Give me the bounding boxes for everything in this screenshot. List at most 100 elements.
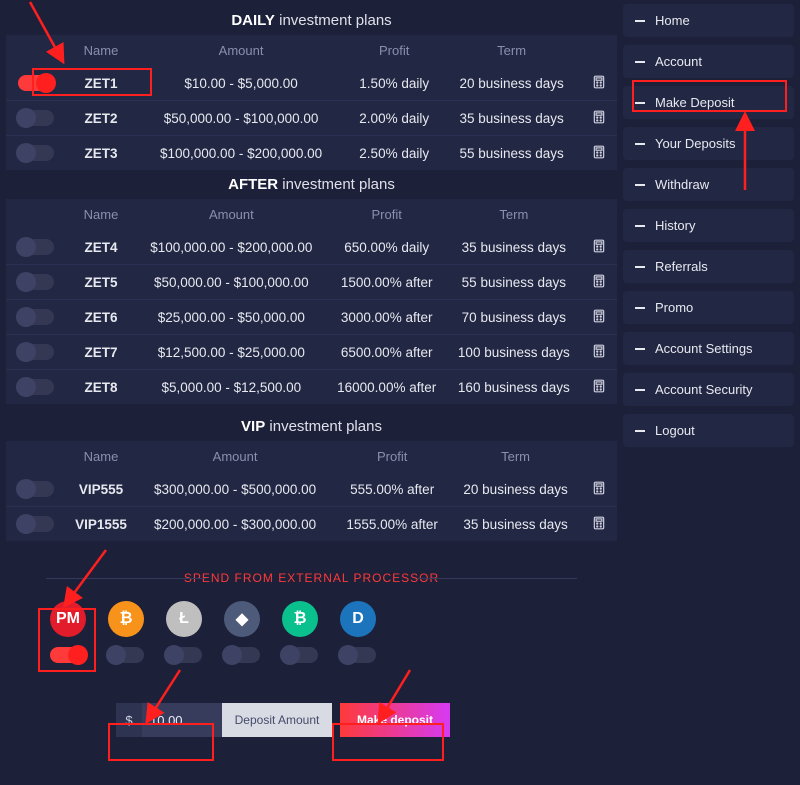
dash-icon <box>635 430 645 432</box>
sidebar-item-your-deposits[interactable]: Your Deposits <box>623 127 794 160</box>
plan-toggle[interactable] <box>18 110 54 126</box>
dash-icon <box>635 184 645 186</box>
calculator-icon[interactable] <box>591 480 607 496</box>
table-row: ZET8$5,000.00 - $12,500.0016000.00% afte… <box>6 370 617 405</box>
sidebar-item-label: Account Settings <box>655 341 753 356</box>
table-row: ZET7$12,500.00 - $25,000.006500.00% afte… <box>6 335 617 370</box>
plan-toggle[interactable] <box>18 481 54 497</box>
plan-name: ZET8 <box>66 370 136 405</box>
plan-profit: 1555.00% after <box>334 507 450 542</box>
plan-toggle[interactable] <box>18 516 54 532</box>
plan-name: ZET6 <box>66 300 136 335</box>
sidebar-item-account-settings[interactable]: Account Settings <box>623 332 794 365</box>
btc-icon: ₿ <box>108 601 144 637</box>
processor-toggle[interactable] <box>108 647 144 663</box>
calculator-icon[interactable] <box>591 238 607 254</box>
plan-amount: $300,000.00 - $500,000.00 <box>136 472 334 507</box>
plans-table-after: Name Amount Profit Term ZET4$100,000.00 … <box>6 199 617 404</box>
calculator-icon[interactable] <box>591 144 607 160</box>
sidebar-item-home[interactable]: Home <box>623 4 794 37</box>
plan-profit: 1.50% daily <box>346 66 442 101</box>
processor-toggle[interactable] <box>50 647 86 663</box>
sidebar-item-history[interactable]: History <box>623 209 794 242</box>
sidebar-item-label: Account <box>655 54 702 69</box>
plan-profit: 6500.00% after <box>327 335 447 370</box>
plan-name: ZET3 <box>66 136 136 171</box>
plan-term: 35 business days <box>450 507 581 542</box>
table-row: ZET1$10.00 - $5,000.001.50% daily20 busi… <box>6 66 617 101</box>
processor-ltc: Ł <box>166 601 202 663</box>
table-row: ZET3$100,000.00 - $200,000.002.50% daily… <box>6 136 617 171</box>
dash-icon <box>635 102 645 104</box>
sidebar-item-referrals[interactable]: Referrals <box>623 250 794 283</box>
plan-toggle[interactable] <box>18 274 54 290</box>
calculator-icon[interactable] <box>591 74 607 90</box>
dash-icon <box>635 143 645 145</box>
plan-term: 70 business days <box>447 300 581 335</box>
plan-profit: 2.00% daily <box>346 101 442 136</box>
calculator-icon[interactable] <box>591 109 607 125</box>
plan-amount: $25,000.00 - $50,000.00 <box>136 300 327 335</box>
plan-profit: 3000.00% after <box>327 300 447 335</box>
plan-toggle[interactable] <box>18 239 54 255</box>
processor-toggle[interactable] <box>340 647 376 663</box>
calculator-icon[interactable] <box>591 273 607 289</box>
sidebar-item-make-deposit[interactable]: Make Deposit <box>623 86 794 119</box>
plan-amount: $5,000.00 - $12,500.00 <box>136 370 327 405</box>
plans-table-daily: Name Amount Profit Term ZET1$10.00 - $5,… <box>6 35 617 170</box>
make-deposit-button[interactable]: Make deposit <box>340 703 450 737</box>
plan-profit: 650.00% daily <box>327 230 447 265</box>
deposit-amount-input[interactable] <box>142 703 222 737</box>
calculator-icon[interactable] <box>591 378 607 394</box>
plans-table-vip: Name Amount Profit Term VIP555$300,000.0… <box>6 441 617 541</box>
sidebar-item-promo[interactable]: Promo <box>623 291 794 324</box>
deposit-bar: $ Deposit Amount Make deposit <box>116 703 617 737</box>
table-row: ZET5$50,000.00 - $100,000.001500.00% aft… <box>6 265 617 300</box>
table-row: ZET2$50,000.00 - $100,000.002.00% daily3… <box>6 101 617 136</box>
dash-icon <box>635 20 645 22</box>
currency-symbol: $ <box>116 703 142 737</box>
plan-toggle[interactable] <box>18 309 54 325</box>
plan-profit: 555.00% after <box>334 472 450 507</box>
processor-toggle[interactable] <box>282 647 318 663</box>
plan-term: 55 business days <box>442 136 581 171</box>
plan-amount: $100,000.00 - $200,000.00 <box>136 230 327 265</box>
processor-pm: PM <box>50 601 86 663</box>
sidebar-item-account-security[interactable]: Account Security <box>623 373 794 406</box>
table-row: ZET4$100,000.00 - $200,000.00650.00% dai… <box>6 230 617 265</box>
calculator-icon[interactable] <box>591 515 607 531</box>
plan-toggle[interactable] <box>18 379 54 395</box>
dash-icon <box>635 307 645 309</box>
processor-toggle[interactable] <box>166 647 202 663</box>
section-title-after: AFTER investment plans <box>6 170 617 199</box>
processor-toggle[interactable] <box>224 647 260 663</box>
plan-name: ZET7 <box>66 335 136 370</box>
plan-name: VIP555 <box>66 472 136 507</box>
plan-amount: $200,000.00 - $300,000.00 <box>136 507 334 542</box>
sidebar-item-label: Account Security <box>655 382 753 397</box>
sidebar-item-account[interactable]: Account <box>623 45 794 78</box>
calculator-icon[interactable] <box>591 308 607 324</box>
dash-icon <box>635 266 645 268</box>
sidebar-item-label: Referrals <box>655 259 708 274</box>
table-row: VIP555$300,000.00 - $500,000.00555.00% a… <box>6 472 617 507</box>
plan-name: VIP1555 <box>66 507 136 542</box>
processor-eth: ◆ <box>224 601 260 663</box>
processor-btc: ₿ <box>108 601 144 663</box>
plan-profit: 16000.00% after <box>327 370 447 405</box>
plan-name: ZET1 <box>66 66 136 101</box>
plan-toggle[interactable] <box>18 75 54 91</box>
pm-icon: PM <box>50 601 86 637</box>
ltc-icon: Ł <box>166 601 202 637</box>
sidebar-item-withdraw[interactable]: Withdraw <box>623 168 794 201</box>
plan-amount: $12,500.00 - $25,000.00 <box>136 335 327 370</box>
processor-bch: ₿ <box>282 601 318 663</box>
plan-term: 20 business days <box>450 472 581 507</box>
sidebar-item-logout[interactable]: Logout <box>623 414 794 447</box>
plan-toggle[interactable] <box>18 145 54 161</box>
external-processor-title: SPEND FROM EXTERNAL PROCESSOR <box>6 571 617 585</box>
dash-icon: D <box>340 601 376 637</box>
plan-toggle[interactable] <box>18 344 54 360</box>
dash-icon <box>635 389 645 391</box>
calculator-icon[interactable] <box>591 343 607 359</box>
